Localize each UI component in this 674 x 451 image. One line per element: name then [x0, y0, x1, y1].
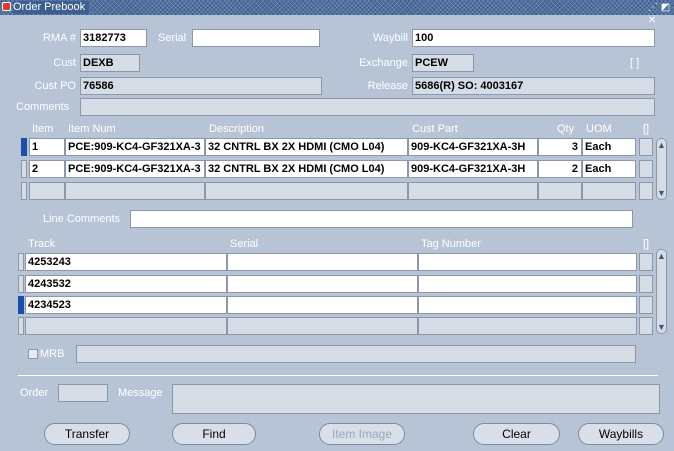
tag-number-cell[interactable] [418, 275, 637, 293]
serial-cell[interactable] [227, 253, 418, 271]
rma-field[interactable]: 3182773 [80, 29, 147, 47]
order-label: Order [20, 387, 49, 399]
find-button[interactable]: Find [172, 423, 256, 445]
rma-label: RMA # [42, 32, 76, 44]
line-comments-label: Line Comments [43, 213, 121, 225]
item-image-button[interactable]: Item Image [319, 423, 405, 445]
items-scrollbar[interactable]: ▲ ▼ [656, 138, 667, 200]
col-header-item-num: Item Num [68, 123, 116, 135]
title-bar[interactable]: Order Prebook ⋰ ◩ ✕ [0, 0, 674, 26]
col-header-qty: Qty [557, 123, 575, 135]
item-num-cell[interactable]: PCE:909-KC4-GF321XA-3 [65, 160, 205, 178]
description-cell[interactable]: 32 CNTRL BX 2X HDMI (CMO L04) [205, 160, 408, 178]
uom-cell[interactable] [582, 182, 636, 200]
scroll-up-icon[interactable]: ▲ [657, 251, 666, 261]
comments-label: Comments [16, 101, 70, 113]
serial-cell[interactable] [227, 317, 418, 335]
mrb-label: MRB [40, 348, 65, 360]
row-indicator[interactable] [21, 160, 27, 178]
item-num-cell[interactable]: PCE:909-KC4-GF321XA-3 [65, 138, 205, 156]
message-label: Message [118, 387, 163, 399]
window-controls-icon[interactable]: ⋰ ◩ ✕ [648, 1, 674, 27]
track-cell[interactable]: 4234523 [25, 296, 227, 314]
track-cell[interactable]: 4243532 [25, 275, 227, 293]
qty-cell[interactable]: 2 [538, 160, 582, 178]
line-comments-field[interactable] [130, 210, 633, 228]
order-prebook-window: Order Prebook ⋰ ◩ ✕ RMA # 3182773 Serial… [0, 0, 674, 451]
item-cell[interactable]: 2 [29, 160, 65, 178]
row-indicator[interactable] [21, 182, 27, 200]
cust-part-cell[interactable] [408, 182, 538, 200]
cust-part-cell[interactable]: 909-KC4-GF321XA-3H [408, 138, 538, 156]
col-header-description: Description [209, 123, 265, 135]
exchange-field[interactable]: PCEW [412, 54, 474, 72]
scroll-up-icon[interactable]: ▲ [657, 140, 666, 150]
release-label: Release [367, 80, 408, 92]
col-header-track: Track [28, 238, 56, 250]
scroll-down-icon[interactable]: ▼ [657, 188, 666, 198]
item-num-cell[interactable] [65, 182, 205, 200]
serial-field[interactable] [192, 29, 320, 47]
row-indicator[interactable] [18, 317, 24, 335]
mrb-field[interactable] [76, 345, 636, 363]
description-cell[interactable] [205, 182, 408, 200]
row-indicator[interactable] [18, 275, 24, 293]
col-header-uom: UOM [586, 123, 612, 135]
row-more-cell[interactable] [639, 160, 653, 178]
clear-button[interactable]: Clear [473, 423, 560, 445]
row-more-cell[interactable] [639, 182, 653, 200]
qty-cell[interactable] [538, 182, 582, 200]
serial-cell[interactable] [227, 296, 418, 314]
uom-cell[interactable]: Each [582, 160, 636, 178]
track-cell[interactable] [25, 317, 227, 335]
track-cell[interactable]: 4253243 [25, 253, 227, 271]
mrb-checkbox[interactable] [28, 349, 38, 359]
scroll-down-icon[interactable]: ▼ [657, 322, 666, 332]
col-header-more[interactable]: [] [643, 123, 649, 136]
waybill-field[interactable]: 100 [412, 29, 655, 47]
track-scrollbar[interactable]: ▲ ▼ [656, 249, 667, 334]
waybills-button[interactable]: Waybills [578, 423, 664, 445]
release-field[interactable]: 5686(R) SO: 4003167 [412, 77, 655, 95]
row-more-cell[interactable] [639, 296, 653, 314]
item-cell[interactable]: 1 [29, 138, 65, 156]
transfer-button[interactable]: Transfer [44, 423, 130, 445]
description-cell[interactable]: 32 CNTRL BX 2X HDMI (CMO L04) [205, 138, 408, 156]
custpo-label: Cust PO [34, 80, 76, 92]
custpo-field[interactable]: 76586 [80, 77, 322, 95]
comments-field[interactable] [80, 98, 655, 116]
row-more-cell[interactable] [639, 253, 653, 271]
col-header-serial: Serial [230, 238, 259, 250]
waybill-label: Waybill [372, 32, 408, 44]
exchange-label: Exchange [359, 57, 408, 69]
cust-field[interactable]: DEXB [80, 54, 140, 72]
row-more-cell[interactable] [639, 138, 653, 156]
item-cell[interactable] [29, 182, 65, 200]
row-indicator[interactable] [18, 253, 24, 271]
bracket-indicator[interactable]: [ ] [630, 56, 639, 70]
order-field[interactable] [58, 384, 108, 402]
cust-label: Cust [53, 57, 76, 69]
app-icon [2, 2, 11, 11]
serial-label: Serial [158, 32, 187, 44]
row-indicator-current[interactable] [21, 138, 27, 156]
col-header-cust-part: Cust Part [412, 123, 458, 135]
row-indicator-current[interactable] [18, 296, 24, 314]
col-header-item: Item [32, 123, 54, 135]
window-title: Order Prebook [13, 1, 90, 14]
row-more-cell[interactable] [639, 275, 653, 293]
qty-cell[interactable]: 3 [538, 138, 582, 156]
col-header-more[interactable]: [] [643, 238, 649, 251]
tag-number-cell[interactable] [418, 296, 637, 314]
uom-cell[interactable]: Each [582, 138, 636, 156]
section-divider [18, 375, 658, 376]
serial-cell[interactable] [227, 275, 418, 293]
cust-part-cell[interactable]: 909-KC4-GF321XA-3H [408, 160, 538, 178]
message-field [172, 384, 660, 414]
tag-number-cell[interactable] [418, 253, 637, 271]
row-more-cell[interactable] [639, 317, 653, 335]
col-header-tag-number: Tag Number [421, 238, 481, 250]
tag-number-cell[interactable] [418, 317, 637, 335]
